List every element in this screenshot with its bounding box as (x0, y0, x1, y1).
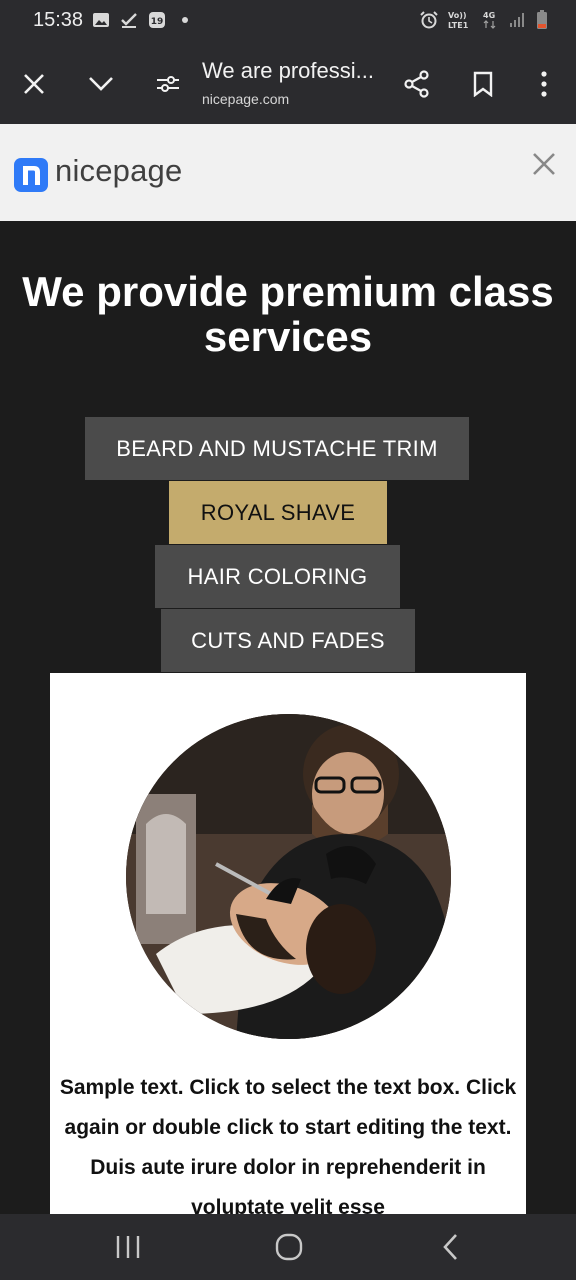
tab-content-card: Sample text. Click to select the text bo… (50, 673, 526, 1214)
status-bar: 15:38 19 Vo)) LTE1 4G (0, 0, 576, 44)
page-title[interactable]: We are professi... (202, 58, 392, 84)
browser-toolbar: We are professi... nicepage.com (0, 44, 576, 124)
page-headline: We provide premium class services (22, 268, 554, 360)
tab-royal-shave[interactable]: ROYAL SHAVE (169, 481, 387, 544)
nicepage-banner[interactable]: nicepage (0, 124, 576, 221)
back-icon (443, 1234, 457, 1260)
close-icon (533, 153, 555, 175)
page-content: We provide premium class services BEARD … (0, 221, 576, 1214)
svg-text:LTE1: LTE1 (448, 21, 469, 30)
dot-icon (182, 17, 188, 23)
recent-apps-icon (116, 1236, 140, 1258)
back-button[interactable] (436, 1232, 466, 1262)
home-icon (275, 1233, 303, 1261)
site-settings-button[interactable] (148, 64, 188, 104)
collapse-button[interactable] (81, 64, 121, 104)
status-icons-right: Vo)) LTE1 4G (420, 10, 548, 30)
more-options-button[interactable] (524, 64, 564, 104)
bookmark-button[interactable] (463, 64, 503, 104)
bookmark-icon (473, 71, 493, 97)
gallery-icon (93, 13, 109, 27)
card-sample-text[interactable]: Sample text. Click to select the text bo… (58, 1068, 518, 1214)
recent-apps-button[interactable] (113, 1232, 143, 1262)
chevron-down-icon (89, 77, 113, 91)
check-icon (121, 13, 137, 28)
barber-shaving-photo (126, 714, 451, 1039)
share-button[interactable] (397, 64, 437, 104)
banner-close-button[interactable] (528, 148, 560, 180)
share-icon (404, 70, 429, 98)
tab-hair-coloring[interactable]: HAIR COLORING (155, 545, 400, 608)
volte-icon: Vo))LTE1 (448, 11, 469, 30)
status-icons-left: 19 (92, 11, 194, 29)
page-url[interactable]: nicepage.com (202, 91, 289, 107)
4g-icon: 4G (483, 11, 496, 29)
nicepage-logo-icon (14, 158, 48, 192)
home-button[interactable] (274, 1232, 304, 1262)
close-icon (24, 74, 44, 94)
alarm-icon (420, 11, 438, 29)
svg-text:4G: 4G (483, 11, 495, 20)
tune-icon (157, 76, 179, 92)
calendar-icon: 19 (149, 12, 165, 28)
nicepage-logo-text: nicepage (55, 153, 183, 188)
tab-beard-and-mustache-trim[interactable]: BEARD AND MUSTACHE TRIM (85, 417, 469, 480)
svg-text:19: 19 (151, 17, 164, 27)
tab-cuts-and-fades[interactable]: CUTS AND FADES (161, 609, 415, 672)
battery-icon (537, 10, 547, 29)
more-vertical-icon (541, 71, 547, 97)
signal-icon (510, 13, 524, 27)
svg-text:Vo)): Vo)) (448, 11, 467, 20)
status-time: 15:38 (33, 9, 84, 31)
close-tab-button[interactable] (14, 64, 54, 104)
system-nav-bar (0, 1214, 576, 1280)
